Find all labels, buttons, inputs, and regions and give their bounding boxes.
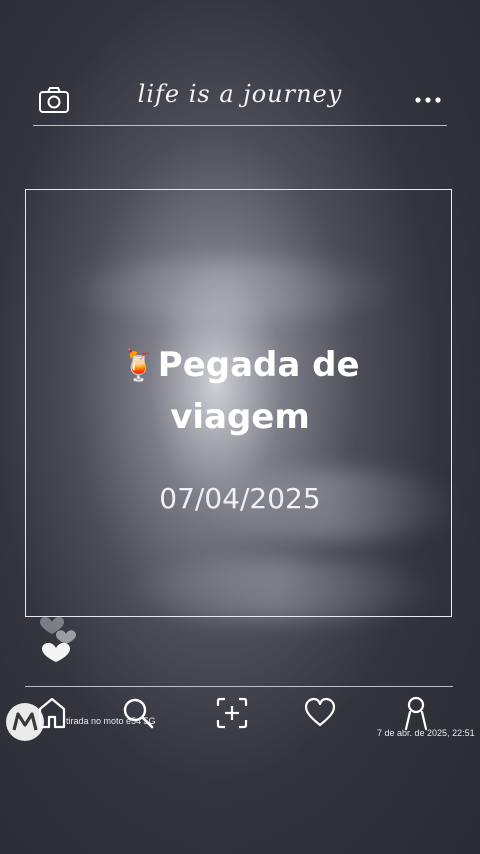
title-line-2: viagem bbox=[170, 397, 310, 437]
cocktail-emoji: 🍹 bbox=[120, 349, 158, 384]
post-date: 07/04/2025 bbox=[159, 482, 321, 515]
title-line-1: Pegada de bbox=[157, 345, 360, 385]
top-divider bbox=[33, 125, 447, 126]
brand-title: life is a journey bbox=[137, 80, 343, 108]
camera-icon bbox=[39, 87, 69, 113]
profile-icon bbox=[404, 696, 428, 731]
hearts-icon bbox=[40, 616, 76, 662]
motorola-batwing-icon bbox=[12, 712, 38, 731]
floating-hearts bbox=[38, 608, 88, 668]
post-title: 🍹Pegada de viagem bbox=[60, 340, 420, 442]
heart-icon bbox=[304, 697, 336, 727]
top-bar: life is a journey bbox=[0, 70, 480, 130]
motorola-logo bbox=[6, 703, 44, 741]
camera-watermark-timestamp: 7 de abr. de 2025, 22:51 bbox=[377, 728, 475, 738]
add-post-icon bbox=[216, 697, 248, 729]
more-dots-icon bbox=[415, 97, 441, 103]
nav-likes[interactable] bbox=[302, 695, 338, 731]
nav-profile[interactable] bbox=[398, 695, 434, 731]
more-button[interactable] bbox=[410, 90, 446, 110]
camera-button[interactable] bbox=[38, 86, 70, 114]
bottom-divider bbox=[25, 686, 453, 687]
nav-add[interactable] bbox=[214, 695, 250, 731]
camera-watermark-device: tirada no moto e54 5G bbox=[66, 716, 156, 726]
